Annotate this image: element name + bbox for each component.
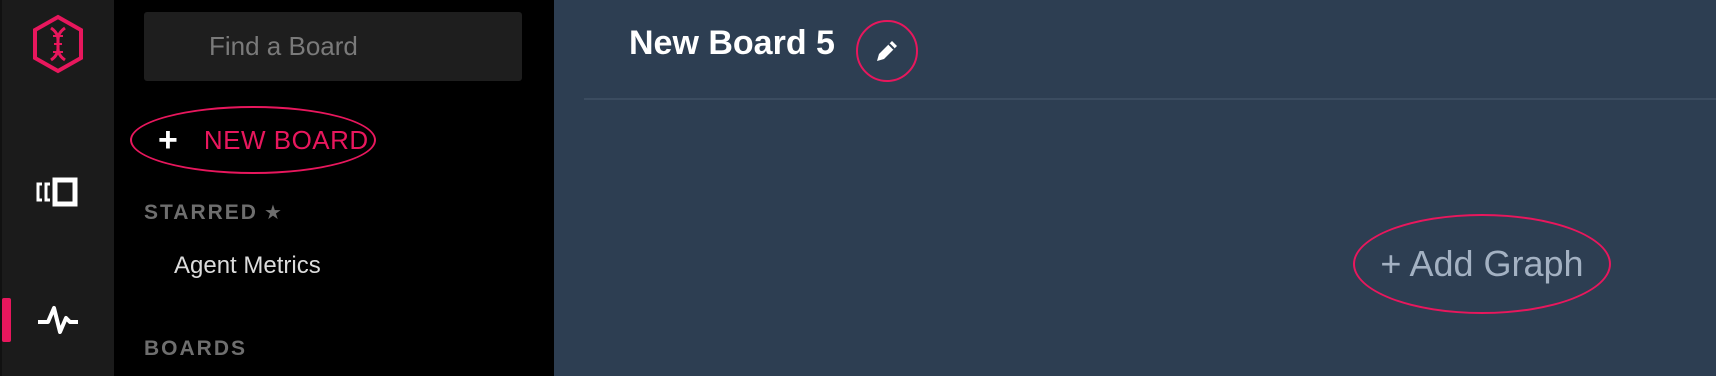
add-graph-button[interactable]: + Add Graph: [1353, 214, 1611, 314]
header-divider: [584, 98, 1716, 100]
plus-icon: +: [158, 121, 178, 159]
hexagon-dna-icon[interactable]: [30, 14, 86, 74]
boards-section-label: BOARDS: [144, 337, 248, 360]
new-board-label: NEW BOARD: [203, 124, 369, 155]
left-rail: [0, 0, 114, 376]
search-input[interactable]: [144, 12, 522, 81]
edit-title-button[interactable]: [856, 20, 918, 82]
dashboards-icon[interactable]: [36, 174, 80, 214]
starred-section-label: STARRED ★: [144, 200, 282, 225]
new-board-button[interactable]: + NEW BOARD: [130, 106, 376, 174]
starred-board-item[interactable]: Agent Metrics: [174, 252, 321, 280]
activity-pulse-icon[interactable]: [36, 300, 80, 340]
active-nav-indicator: [2, 298, 11, 342]
page-title: New Board 5: [629, 24, 835, 62]
boards-panel: + NEW BOARD STARRED★ Agent Metrics BOARD…: [114, 0, 554, 376]
star-icon: ★: [263, 202, 282, 224]
starred-label: STARRED: [144, 201, 258, 224]
board-main: New Board 5 + Add Graph: [554, 0, 1716, 376]
pencil-icon: [877, 41, 897, 61]
